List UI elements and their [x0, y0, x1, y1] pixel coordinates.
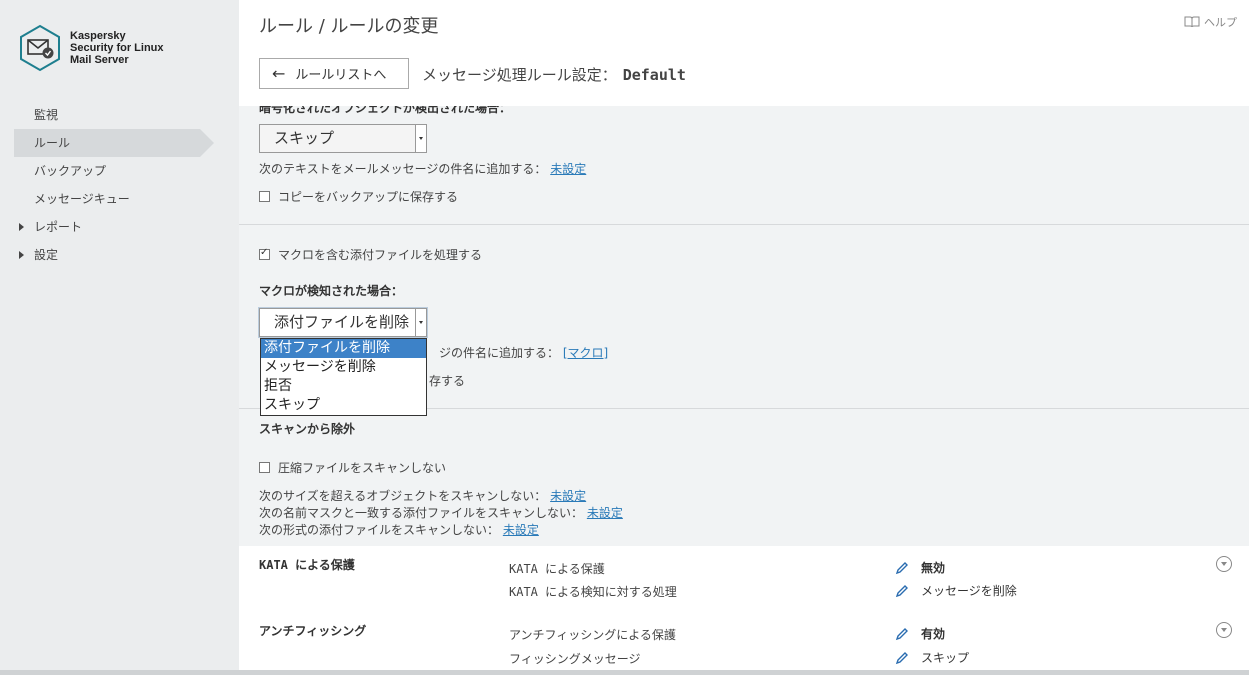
kata-action-label: KATA による検知に対する処理	[509, 585, 677, 599]
mask-exclusion-row: 次の名前マスクと一致する添付ファイルをスキャンしない： 未設定	[259, 504, 623, 521]
format-exclusion-row: 次の形式の添付ファイルをスキャンしない： 未設定	[259, 521, 539, 538]
help-label: ヘルプ	[1204, 16, 1237, 29]
backup-label: 存する	[429, 374, 466, 388]
pencil-icon[interactable]	[895, 627, 909, 641]
settings-panel: 暗号化されたオブジェクトが検出された場合： スキップ 次のテキストをメールメッセ…	[239, 106, 1249, 546]
sidebar-item-backup[interactable]: バックアップ	[14, 157, 214, 185]
encrypted-backup-checkbox-row[interactable]: コピーをバックアップに保存する	[259, 188, 458, 205]
macro-heading: マクロが検知された場合：	[259, 284, 404, 298]
subject-text: ジの件名に追加する：	[439, 346, 560, 360]
rule-title: メッセージ処理ルール設定： Default	[422, 64, 686, 85]
kata-action-value[interactable]: メッセージを削除	[895, 582, 1017, 599]
back-to-rules-button[interactable]: ← ルールリストへ	[259, 58, 409, 89]
sidebar-item-label: メッセージキュー	[34, 192, 130, 206]
book-icon	[1184, 16, 1200, 28]
value-text: スキップ	[921, 651, 970, 665]
page-header: ルール / ルールの変更 ヘルプ ← ルールリストへ メッセージ処理ルール設定：…	[239, 0, 1249, 106]
kata-label: KATA による保護	[509, 562, 605, 576]
rule-name: Default	[622, 66, 686, 84]
sidebar-item-label: 設定	[34, 248, 59, 262]
sidebar-item-reports[interactable]: レポート	[14, 213, 214, 241]
subject-text: 次のテキストをメールメッセージの件名に追加する：	[259, 162, 547, 176]
encrypted-heading: 暗号化されたオブジェクトが検出された場合：	[259, 106, 512, 115]
macro-process-label: マクロを含む添付ファイルを処理する	[278, 248, 483, 262]
phishing-message-label: フィッシングメッセージ	[509, 652, 641, 666]
select-value: 添付ファイルを削除	[274, 313, 410, 331]
macro-action-select[interactable]: 添付ファイルを削除	[259, 308, 427, 337]
macro-process-checkbox[interactable]	[259, 247, 270, 260]
protection-sections: KATA による保護 KATA による保護 無効 KATA による検知に対する処…	[239, 546, 1249, 675]
expand-arrow-icon	[19, 223, 24, 231]
size-link[interactable]: 未設定	[550, 489, 586, 503]
select-value: スキップ	[274, 129, 335, 147]
size-exclusion-row: 次のサイズを超えるオブジェクトをスキャンしない： 未設定	[259, 487, 586, 504]
phishing-message-value[interactable]: スキップ	[895, 649, 969, 666]
exclusions-heading: スキャンから除外	[259, 422, 356, 436]
breadcrumb: ルール / ルールの変更	[259, 16, 439, 37]
size-text: 次のサイズを超えるオブジェクトをスキャンしない：	[259, 489, 547, 503]
kata-protection-value[interactable]: 無効	[895, 559, 945, 576]
pencil-icon[interactable]	[895, 651, 909, 665]
product-logo: Kaspersky Security for Linux Mail Server	[18, 24, 164, 72]
macro-process-checkbox-row[interactable]: マクロを含む添付ファイルを処理する	[259, 246, 482, 263]
sidebar-item-label: 監視	[34, 108, 59, 122]
backup-checkbox[interactable]	[259, 191, 270, 202]
sidebar-item-monitoring[interactable]: 監視	[14, 101, 214, 129]
sidebar-item-label: バックアップ	[34, 164, 107, 178]
help-link[interactable]: ヘルプ	[1184, 14, 1237, 30]
antiphishing-label: アンチフィッシングによる保護	[509, 628, 676, 642]
rule-title-prefix: メッセージ処理ルール設定：	[422, 66, 617, 84]
pencil-icon[interactable]	[895, 584, 909, 598]
dropdown-option[interactable]: メッセージを削除	[261, 358, 426, 377]
kata-expand-icon[interactable]	[1216, 556, 1232, 572]
sidebar-item-label: ルール	[34, 136, 71, 150]
subject-link[interactable]: 未設定	[550, 162, 586, 176]
macro-backup-row: 存する	[429, 372, 465, 389]
mask-text: 次の名前マスクと一致する添付ファイルをスキャンしない：	[259, 506, 584, 520]
sidebar-nav: 監視 ルール バックアップ メッセージキュー レポート 設定	[14, 101, 214, 269]
pencil-icon[interactable]	[895, 561, 909, 575]
sidebar-item-label: レポート	[34, 220, 83, 234]
subject-link[interactable]: [マクロ]	[563, 346, 608, 360]
product-name-line1: Kaspersky	[70, 30, 126, 42]
archive-checkbox[interactable]	[259, 462, 270, 473]
dropdown-option[interactable]: 添付ファイルを削除	[261, 339, 426, 358]
antiphishing-protection-value[interactable]: 有効	[895, 625, 945, 642]
backup-label: コピーをバックアップに保存する	[278, 190, 459, 204]
product-name-line2: Security for Linux	[70, 42, 164, 54]
arrow-left-icon: ←	[272, 64, 286, 83]
antiphishing-expand-icon[interactable]	[1216, 622, 1232, 638]
horizontal-scrollbar[interactable]	[0, 670, 1249, 675]
format-link[interactable]: 未設定	[503, 523, 539, 537]
kata-title: KATA による保護	[259, 558, 355, 572]
value-text: 無効	[921, 561, 946, 575]
sidebar-item-rules[interactable]: ルール	[14, 129, 214, 157]
sidebar-item-settings[interactable]: 設定	[14, 241, 214, 269]
sidebar-item-message-queue[interactable]: メッセージキュー	[14, 185, 214, 213]
product-name-line3: Mail Server	[70, 54, 129, 66]
expand-arrow-icon	[19, 251, 24, 259]
dropdown-option[interactable]: スキップ	[261, 396, 426, 415]
section-divider	[239, 224, 1249, 225]
back-button-label: ルールリストへ	[295, 68, 387, 83]
archive-checkbox-row[interactable]: 圧縮ファイルをスキャンしない	[259, 459, 446, 476]
kaspersky-mail-icon	[20, 24, 60, 72]
chevron-down-icon	[415, 125, 426, 152]
value-text: 有効	[921, 627, 946, 641]
macro-action-dropdown: 添付ファイルを削除 メッセージを削除 拒否 スキップ	[260, 338, 427, 416]
sidebar: Kaspersky Security for Linux Mail Server…	[0, 0, 239, 675]
archive-label: 圧縮ファイルをスキャンしない	[278, 461, 447, 475]
antiphishing-title: アンチフィッシング	[259, 624, 367, 638]
mask-link[interactable]: 未設定	[587, 506, 623, 520]
macro-subject-row: ジの件名に追加する： [マクロ]	[439, 344, 608, 361]
encrypted-subject-row: 次のテキストをメールメッセージの件名に追加する： 未設定	[259, 160, 586, 177]
encrypted-action-select[interactable]: スキップ	[259, 124, 427, 153]
chevron-down-icon	[415, 309, 426, 336]
value-text: メッセージを削除	[921, 584, 1017, 598]
format-text: 次の形式の添付ファイルをスキャンしない：	[259, 523, 500, 537]
dropdown-option[interactable]: 拒否	[261, 377, 426, 396]
